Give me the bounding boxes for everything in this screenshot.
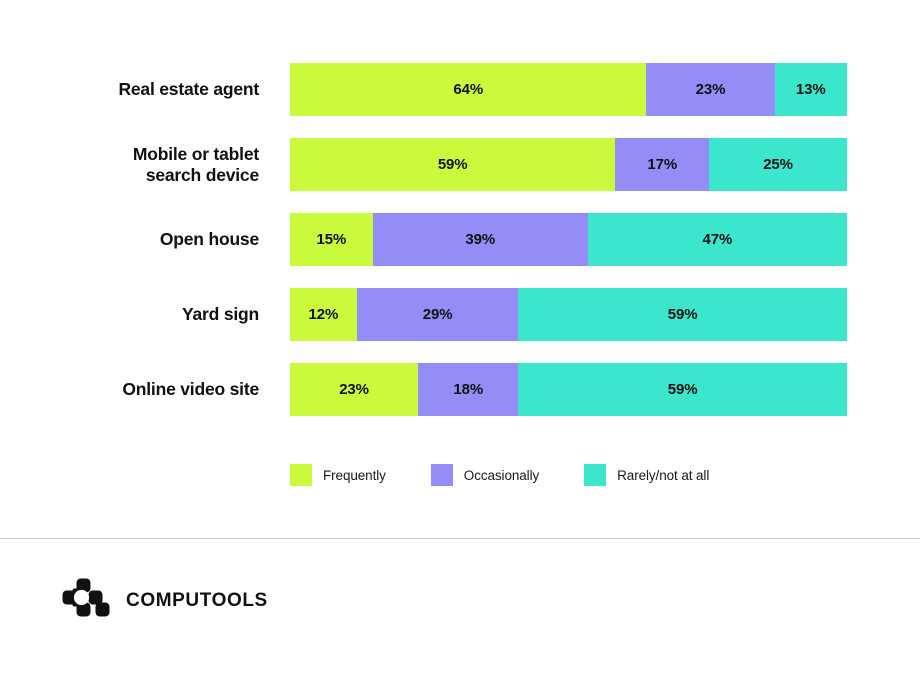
- bar-segment-value: 18%: [453, 381, 484, 398]
- legend-label: Occasionally: [463, 467, 540, 483]
- legend-label: Rarely/not at all: [617, 467, 710, 483]
- chart-row: Mobile or tablet search device 59% 17% 25%: [0, 138, 920, 191]
- category-label-line: Yard sign: [182, 304, 259, 325]
- bar-segment: 47%: [587, 213, 847, 266]
- bar-segment-value: 15%: [316, 231, 347, 248]
- bar-segment: 59%: [518, 363, 847, 416]
- category-label: Yard sign: [0, 304, 259, 325]
- bar-segment-value: 47%: [702, 231, 733, 248]
- brand-name: COMPUTOOLS: [126, 589, 268, 611]
- bar-track: 59% 17% 25%: [290, 138, 847, 191]
- bar-segment: 23%: [646, 63, 775, 116]
- legend-label: Frequently: [323, 467, 386, 483]
- category-label-line: Real estate agent: [118, 79, 259, 100]
- bar-segment: 12%: [290, 288, 357, 341]
- stacked-bar-chart: Real estate agent 64% 23% 13% Mobile or tabl…: [0, 0, 920, 538]
- category-label: Online video site: [0, 379, 259, 400]
- legend-swatch-icon: [430, 464, 453, 486]
- chart-row: Open house 15% 39% 47%: [0, 213, 920, 266]
- bar-segment-value: 59%: [667, 381, 698, 398]
- bar-segment: 39%: [372, 213, 588, 266]
- chart-legend: Frequently Occasionally Rarely/not at all: [290, 464, 709, 486]
- bar-segment: 59%: [290, 138, 616, 191]
- bar-segment: 59%: [518, 288, 847, 341]
- bar-track: 64% 23% 13%: [290, 63, 847, 116]
- chart-row: Yard sign 12% 29% 59%: [0, 288, 920, 341]
- bar-segment-value: 12%: [308, 306, 339, 323]
- bar-segment-value: 59%: [437, 156, 468, 173]
- legend-item[interactable]: Frequently: [290, 464, 386, 486]
- bar-track: 15% 39% 47%: [290, 213, 847, 266]
- bar-segment: 23%: [290, 363, 419, 416]
- legend-item[interactable]: Occasionally: [430, 464, 540, 486]
- bar-segment-value: 23%: [695, 81, 726, 98]
- bar-segment-value: 59%: [667, 306, 698, 323]
- bar-segment-value: 29%: [422, 306, 453, 323]
- footer-divider: [0, 538, 920, 539]
- bar-segment-value: 64%: [453, 81, 484, 98]
- category-label: Real estate agent: [0, 79, 259, 100]
- bar-segment-value: 13%: [795, 81, 826, 98]
- chart-row: Real estate agent 64% 23% 13%: [0, 63, 920, 116]
- category-label: Mobile or tablet search device: [0, 144, 259, 185]
- bar-segment: 13%: [774, 63, 847, 116]
- category-label-line: Mobile or tablet: [132, 143, 259, 164]
- bar-segment-value: 23%: [339, 381, 369, 398]
- legend-swatch-icon: [290, 464, 312, 486]
- bar-track: 12% 29% 59%: [290, 288, 847, 341]
- computools-blocks-logo-icon: [62, 578, 110, 623]
- chart-row: Online video site 23% 18% 59%: [0, 363, 920, 416]
- bar-segment: 29%: [356, 288, 519, 341]
- legend-item[interactable]: Rarely/not at all: [584, 464, 709, 486]
- bar-segment: 15%: [290, 213, 373, 266]
- bar-segment: 17%: [615, 138, 710, 191]
- legend-swatch-icon: [584, 464, 607, 486]
- category-label-line: Open house: [159, 229, 259, 250]
- category-label-line: Online video site: [122, 379, 259, 400]
- bar-segment-value: 17%: [647, 156, 678, 173]
- bar-segment: 64%: [290, 63, 647, 116]
- category-label-line: search device: [145, 164, 259, 185]
- bar-track: 23% 18% 59%: [290, 363, 847, 416]
- chart-rows: Real estate agent 64% 23% 13% Mobile or tabl…: [0, 63, 920, 416]
- category-label: Open house: [0, 229, 259, 250]
- bar-segment: 18%: [418, 363, 519, 416]
- bar-segment: 25%: [709, 138, 847, 191]
- footer-branding: COMPUTOOLS: [62, 578, 268, 623]
- bar-segment-value: 39%: [465, 231, 496, 248]
- bar-segment-value: 25%: [763, 156, 793, 173]
